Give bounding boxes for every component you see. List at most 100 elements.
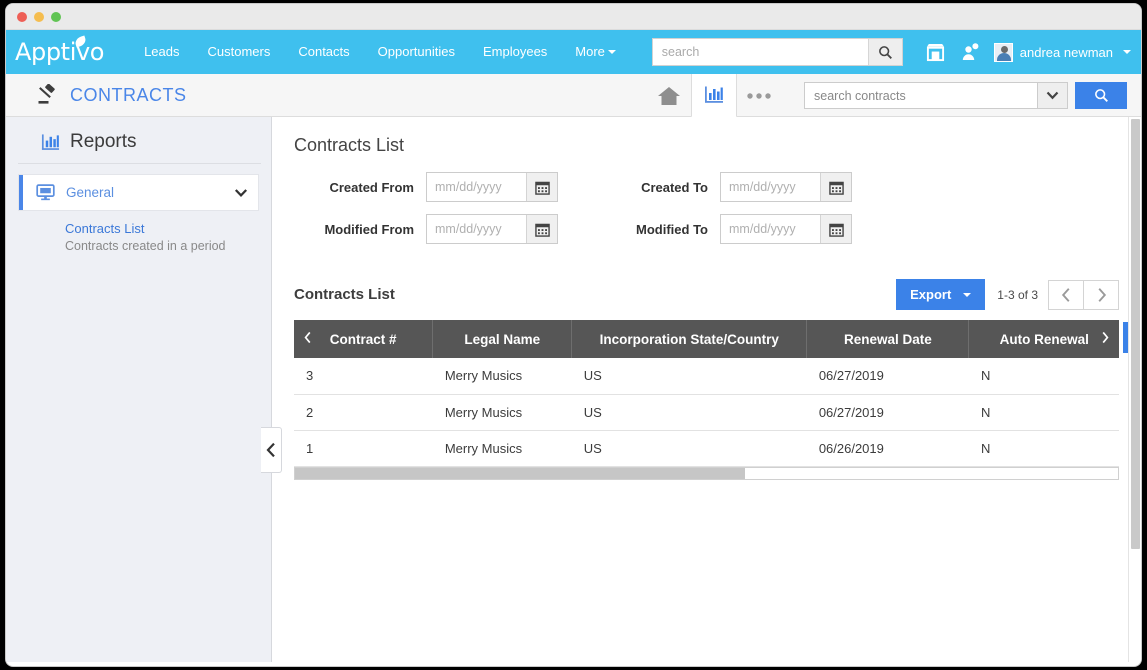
chevron-down-icon	[234, 188, 248, 198]
column-header-contract-number[interactable]: Contract #	[294, 320, 433, 358]
caret-down-icon	[1123, 50, 1131, 54]
more-options-button[interactable]	[736, 74, 782, 117]
cell-state: US	[572, 358, 807, 394]
chevron-left-icon	[266, 442, 277, 458]
cell-auto-renewal: N	[969, 358, 1119, 394]
global-search-input[interactable]	[653, 39, 868, 65]
app-header-right: andrea newman	[652, 30, 1131, 74]
home-button[interactable]	[646, 74, 692, 117]
bar-chart-icon	[703, 85, 725, 105]
nav-item-more[interactable]: More	[561, 30, 630, 74]
table-row[interactable]: 1 Merry Musics US 06/26/2019 N	[294, 430, 1119, 466]
created-to-input[interactable]: mm/dd/yyyy	[721, 173, 820, 201]
main-nav: Leads Customers Contacts Opportunities E…	[130, 30, 630, 74]
module-toolbar: CONTRACTS	[6, 74, 1141, 117]
column-header-incorporation-state-country[interactable]: Incorporation State/Country	[572, 320, 807, 358]
sidebar-title: Reports	[70, 131, 137, 153]
table-body: 3 Merry Musics US 06/27/2019 N 2 Merry M…	[294, 358, 1119, 466]
calendar-icon	[829, 180, 844, 195]
cell-state: US	[572, 394, 807, 430]
window-close-button[interactable]	[17, 12, 27, 22]
created-from-calendar-button[interactable]	[526, 173, 557, 201]
chevron-left-icon	[1061, 287, 1072, 303]
created-to-calendar-button[interactable]	[820, 173, 851, 201]
table-horizontal-scrollbar[interactable]	[294, 467, 1119, 480]
nav-item-employees[interactable]: Employees	[469, 30, 561, 74]
list-toolbar: Contracts List Export 1-3 of 3	[294, 278, 1119, 311]
table-head: Contract # Legal Name Incorporation Stat…	[294, 320, 1119, 358]
pagination-buttons	[1049, 280, 1119, 310]
apptivo-logo[interactable]: Apptivo	[15, 38, 104, 66]
modified-to-input[interactable]: mm/dd/yyyy	[721, 215, 820, 243]
sidebar-item-contracts-list[interactable]: Contracts List	[65, 221, 271, 236]
caret-down-icon	[608, 50, 616, 54]
cell-renewal-date: 06/26/2019	[807, 430, 969, 466]
gavel-icon	[36, 84, 60, 106]
column-header-renewal-date[interactable]: Renewal Date	[807, 320, 969, 358]
nav-item-contacts[interactable]: Contacts	[284, 30, 363, 74]
nav-more-label: More	[575, 44, 605, 59]
user-name: andrea newman	[1020, 45, 1113, 60]
store-icon	[925, 43, 946, 62]
created-from-input[interactable]: mm/dd/yyyy	[427, 173, 526, 201]
window-minimize-button[interactable]	[34, 12, 44, 22]
cell-legal-name: Merry Musics	[433, 394, 572, 430]
cell-legal-name: Merry Musics	[433, 358, 572, 394]
pagination-prev-button[interactable]	[1048, 280, 1084, 310]
nav-item-leads[interactable]: Leads	[130, 30, 193, 74]
pagination-next-button[interactable]	[1083, 280, 1119, 310]
window-titlebar	[6, 4, 1141, 30]
calendar-icon	[535, 222, 550, 237]
sidebar-item-description: Contracts created in a period	[65, 239, 271, 253]
contracts-table-wrapper: Contract # Legal Name Incorporation Stat…	[294, 320, 1119, 480]
logo-text: Apptivo	[15, 38, 104, 66]
cell-auto-renewal: N	[969, 430, 1119, 466]
created-to-label: Created To	[562, 180, 720, 195]
nav-item-customers[interactable]: Customers	[193, 30, 284, 74]
sidebar-collapse-handle[interactable]	[261, 427, 282, 473]
notifications-button[interactable]	[953, 42, 987, 62]
sidebar-group-general[interactable]: General	[19, 175, 258, 210]
export-button[interactable]: Export	[896, 279, 985, 310]
list-title: Contracts List	[294, 286, 395, 303]
calendar-icon	[535, 180, 550, 195]
scroll-left-icon[interactable]	[304, 331, 312, 347]
table-row[interactable]: 3 Merry Musics US 06/27/2019 N	[294, 358, 1119, 394]
monitor-icon	[36, 184, 55, 201]
scrollbar-thumb[interactable]	[1131, 119, 1140, 549]
module-search-input[interactable]: search contracts	[804, 82, 1038, 109]
filter-form: Created From mm/dd/yyyy	[294, 172, 1119, 244]
window-maximize-button[interactable]	[51, 12, 61, 22]
page-vertical-scrollbar[interactable]	[1128, 117, 1141, 662]
modified-from-input[interactable]: mm/dd/yyyy	[427, 215, 526, 243]
calendar-icon	[829, 222, 844, 237]
reports-tab[interactable]	[691, 74, 737, 118]
created-from-label: Created From	[294, 180, 426, 195]
contracts-table: Contract # Legal Name Incorporation Stat…	[294, 320, 1119, 467]
modified-from-calendar-button[interactable]	[526, 215, 557, 243]
modified-to-label: Modified To	[562, 222, 720, 237]
ellipsis-icon	[745, 92, 773, 100]
module-search-dropdown[interactable]	[1038, 82, 1068, 109]
column-header-auto-renewal[interactable]: Auto Renewal	[969, 320, 1119, 358]
column-header-legal-name[interactable]: Legal Name	[433, 320, 572, 358]
modified-from-label: Modified From	[294, 222, 426, 237]
module-search-button[interactable]	[1075, 82, 1127, 109]
scroll-right-icon[interactable]	[1101, 331, 1109, 347]
search-icon	[878, 45, 893, 60]
modified-to-calendar-button[interactable]	[820, 215, 851, 243]
nav-item-opportunities[interactable]: Opportunities	[364, 30, 469, 74]
user-menu[interactable]: andrea newman	[994, 43, 1131, 62]
app-header: Apptivo Leads Customers Contacts Opportu…	[6, 30, 1141, 74]
pagination-count: 1-3 of 3	[997, 288, 1038, 302]
cell-contract-number: 2	[294, 394, 433, 430]
bar-chart-icon	[40, 133, 61, 152]
global-search-button[interactable]	[868, 39, 902, 65]
modified-from-field: mm/dd/yyyy	[426, 214, 558, 244]
table-row[interactable]: 2 Merry Musics US 06/27/2019 N	[294, 394, 1119, 430]
scrollbar-thumb[interactable]	[295, 468, 745, 479]
column-label: Auto Renewal	[1000, 332, 1089, 347]
store-button[interactable]	[919, 43, 953, 62]
column-label: Contract #	[330, 332, 397, 347]
cell-contract-number: 3	[294, 358, 433, 394]
